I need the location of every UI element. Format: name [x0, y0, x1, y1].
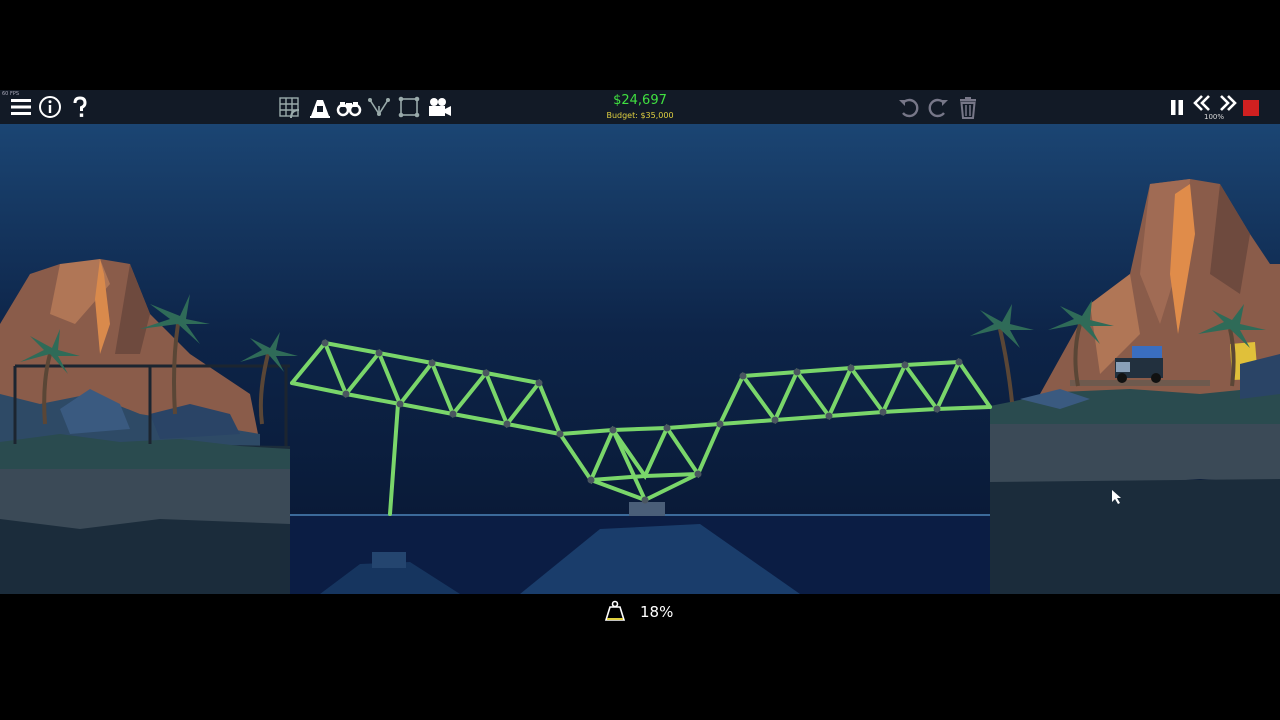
camera-icon[interactable]	[426, 94, 452, 120]
grid-icon[interactable]	[277, 94, 303, 120]
binoculars-icon[interactable]	[336, 94, 362, 120]
top-toolbar: 60 FPS $24,697 Budget: $35,000 100%	[0, 90, 1280, 124]
weight-icon	[604, 600, 626, 622]
sim-speed: 100%	[1203, 113, 1224, 121]
trash-icon[interactable]	[955, 94, 981, 120]
pier-block	[372, 552, 406, 568]
budget-label: Budget: $35,000	[606, 111, 674, 120]
redo-icon[interactable]	[925, 94, 951, 120]
right-cliff	[990, 179, 1280, 594]
left-cliff	[0, 259, 290, 594]
stop-icon[interactable]	[1239, 94, 1265, 120]
bridge-joints	[321, 339, 963, 504]
info-icon[interactable]	[37, 94, 63, 120]
bottom-bar: 18%	[0, 594, 1280, 720]
lock-anchor-icon[interactable]	[307, 94, 333, 120]
help-icon[interactable]	[67, 94, 93, 120]
joint-tool-icon[interactable]	[366, 94, 392, 120]
undo-icon[interactable]	[896, 94, 922, 120]
game-viewport[interactable]	[0, 124, 1280, 594]
menu-icon[interactable]	[8, 94, 34, 120]
pier-block	[629, 502, 665, 516]
money-remaining: $24,697	[613, 93, 667, 108]
pause-icon[interactable]	[1164, 94, 1190, 120]
bridge-truss	[290, 339, 992, 516]
stress-percent: 18%	[640, 603, 674, 621]
split-icon[interactable]	[396, 94, 422, 120]
